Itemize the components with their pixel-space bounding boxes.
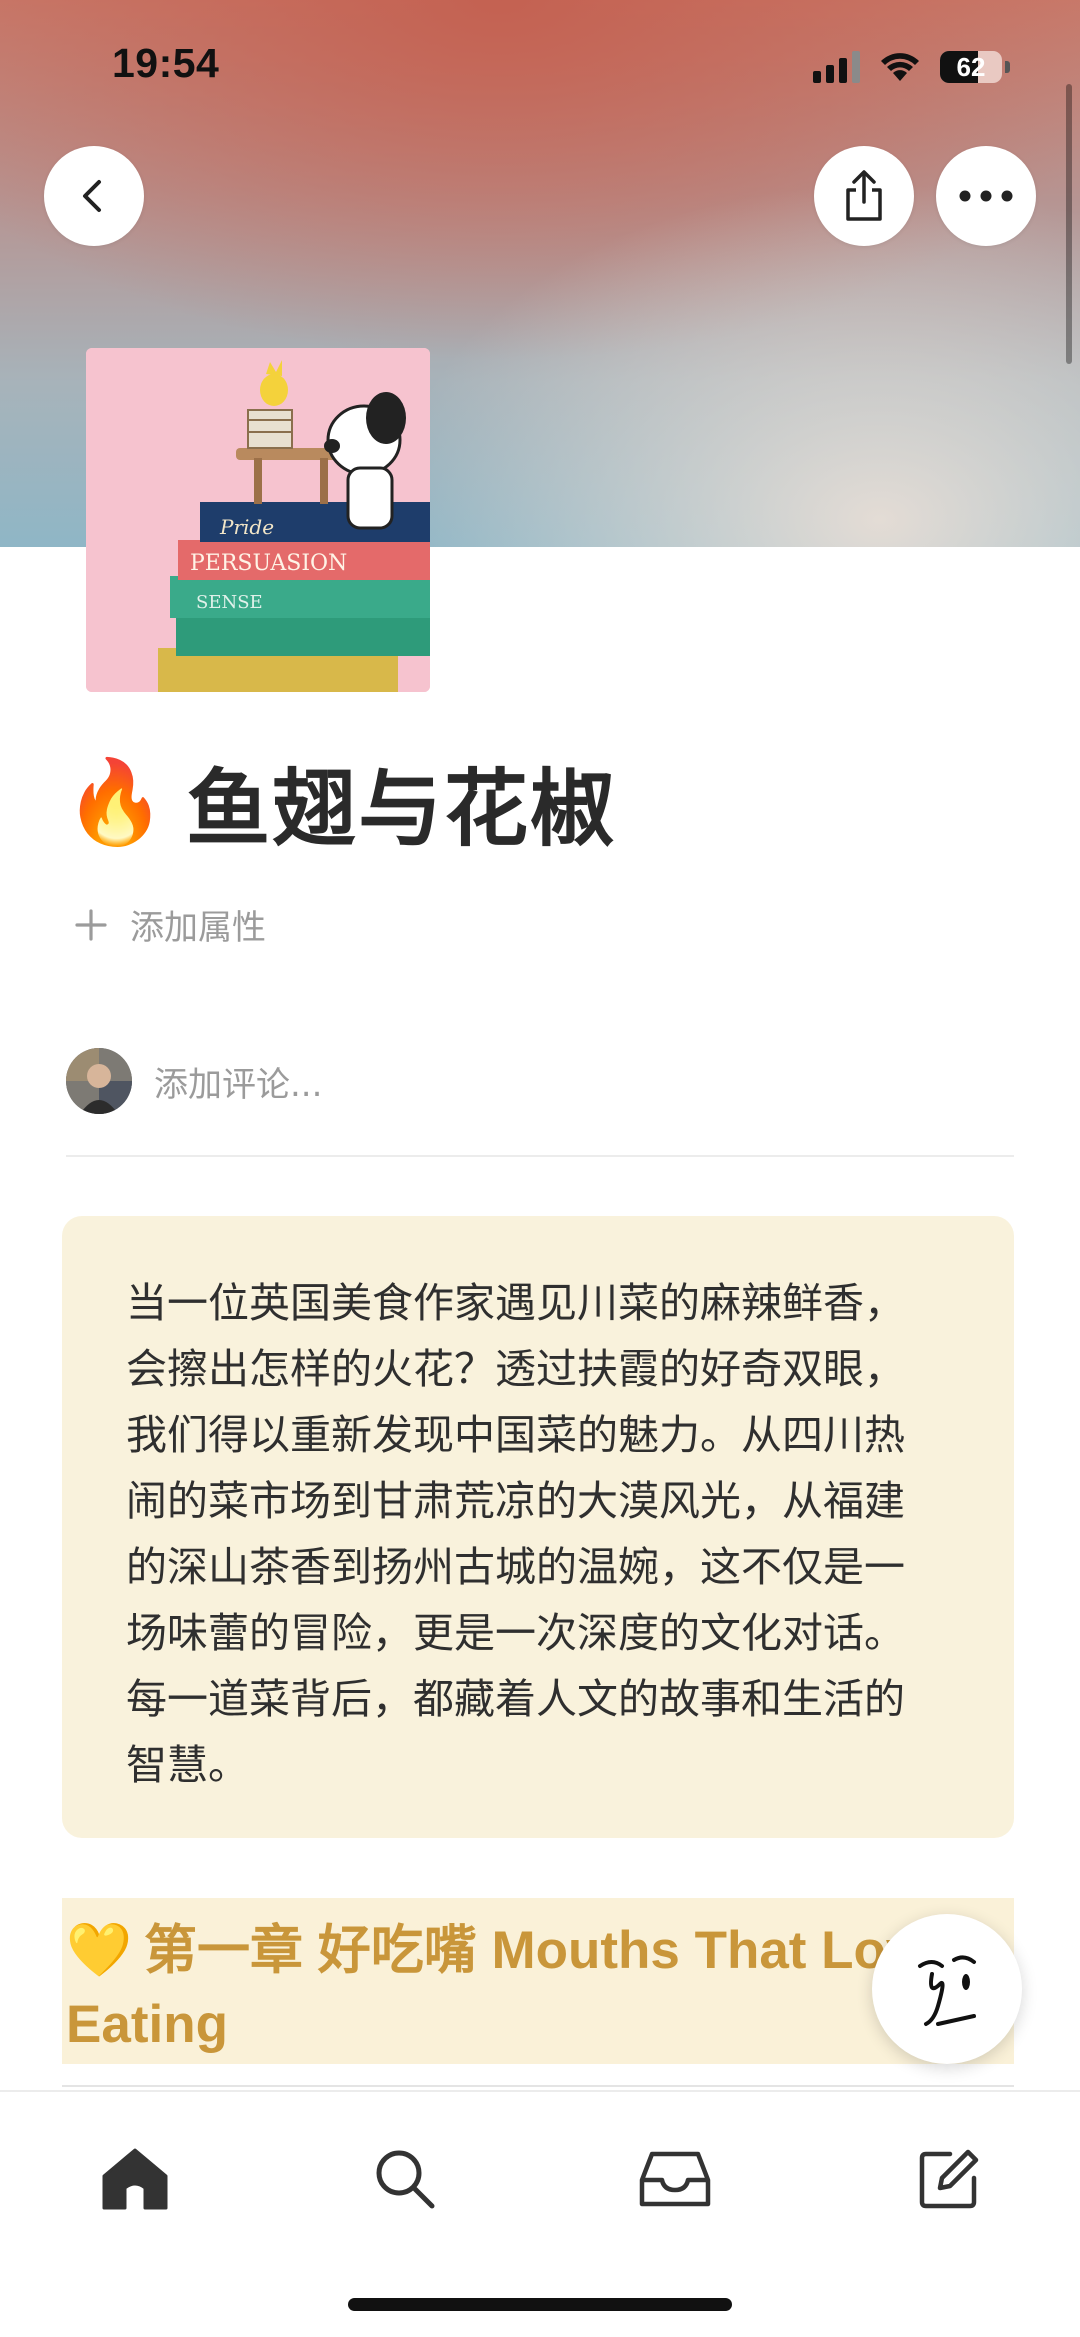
title-emoji[interactable]: 🔥 [64,755,166,851]
search-icon [376,2150,435,2209]
tab-home[interactable] [90,2134,180,2224]
home-icon [102,2148,168,2210]
cellular-signal-icon [813,51,860,83]
inbox-icon [639,2151,711,2207]
notion-page-screen: 19:54 62 Pride PERSUASION SENSE 🔥 鱼翅与花椒 … [0,0,1080,2337]
svg-text:SENSE: SENSE [196,592,263,613]
heart-emoji: 💛 [66,1921,132,1980]
book-stack-illustration: Pride PERSUASION SENSE [86,348,430,692]
share-button[interactable] [814,146,914,246]
add-property-label: 添加属性 [130,908,266,948]
more-horizontal-icon [959,190,1013,202]
chapter-heading-block[interactable]: 💛 第一章 好吃嘴 Mouths That Love Eating [62,1898,1014,2064]
plus-icon [75,908,107,941]
scroll-indicator[interactable] [1066,84,1072,364]
battery-percent: 62 [956,51,986,82]
back-button[interactable] [44,146,144,246]
page-title-row: 🔥 鱼翅与花椒 [64,742,616,863]
notion-ai-face-icon [918,1955,976,2026]
home-indicator[interactable] [348,2298,732,2311]
add-comment-row[interactable]: 添加评论... [66,1048,322,1114]
chevron-left-icon [83,180,101,212]
tab-compose[interactable] [904,2134,994,2224]
status-icons: 62 [813,50,1010,84]
tab-search[interactable] [360,2134,450,2224]
tab-inbox[interactable] [630,2134,720,2224]
comment-placeholder: 添加评论... [154,1064,323,1105]
compose-icon [919,2149,979,2209]
ai-assistant-button[interactable] [872,1914,1022,2064]
callout-text[interactable]: 当一位英国美食作家遇见川菜的麻辣鲜香，会擦出怎样的火花？透过扶霞的好奇双眼，我们… [126,1270,944,1798]
svg-text:Pride: Pride [219,515,274,539]
divider [62,2085,1014,2087]
battery-icon: 62 [940,51,1002,83]
svg-text:PERSUASION: PERSUASION [190,551,347,576]
share-icon [846,170,882,221]
user-avatar-image [66,1048,132,1114]
wifi-icon [881,53,919,81]
more-button[interactable] [936,146,1036,246]
add-property-button[interactable]: 添加属性 [74,900,266,949]
battery-tip [1005,61,1010,73]
divider [66,1155,1014,1157]
status-time: 19:54 [112,40,220,86]
chapter-heading[interactable]: 💛 第一章 好吃嘴 Mouths That Love Eating [66,1914,994,2062]
page-icon-image[interactable]: Pride PERSUASION SENSE [86,348,430,692]
page-title[interactable]: 鱼翅与花椒 [186,742,616,863]
callout-block[interactable]: 当一位英国美食作家遇见川菜的麻辣鲜香，会擦出怎样的火花？透过扶霞的好奇双眼，我们… [62,1216,1014,1838]
chapter-heading-text: 第一章 好吃嘴 Mouths That Love Eating [66,1921,945,2054]
avatar [66,1048,132,1114]
